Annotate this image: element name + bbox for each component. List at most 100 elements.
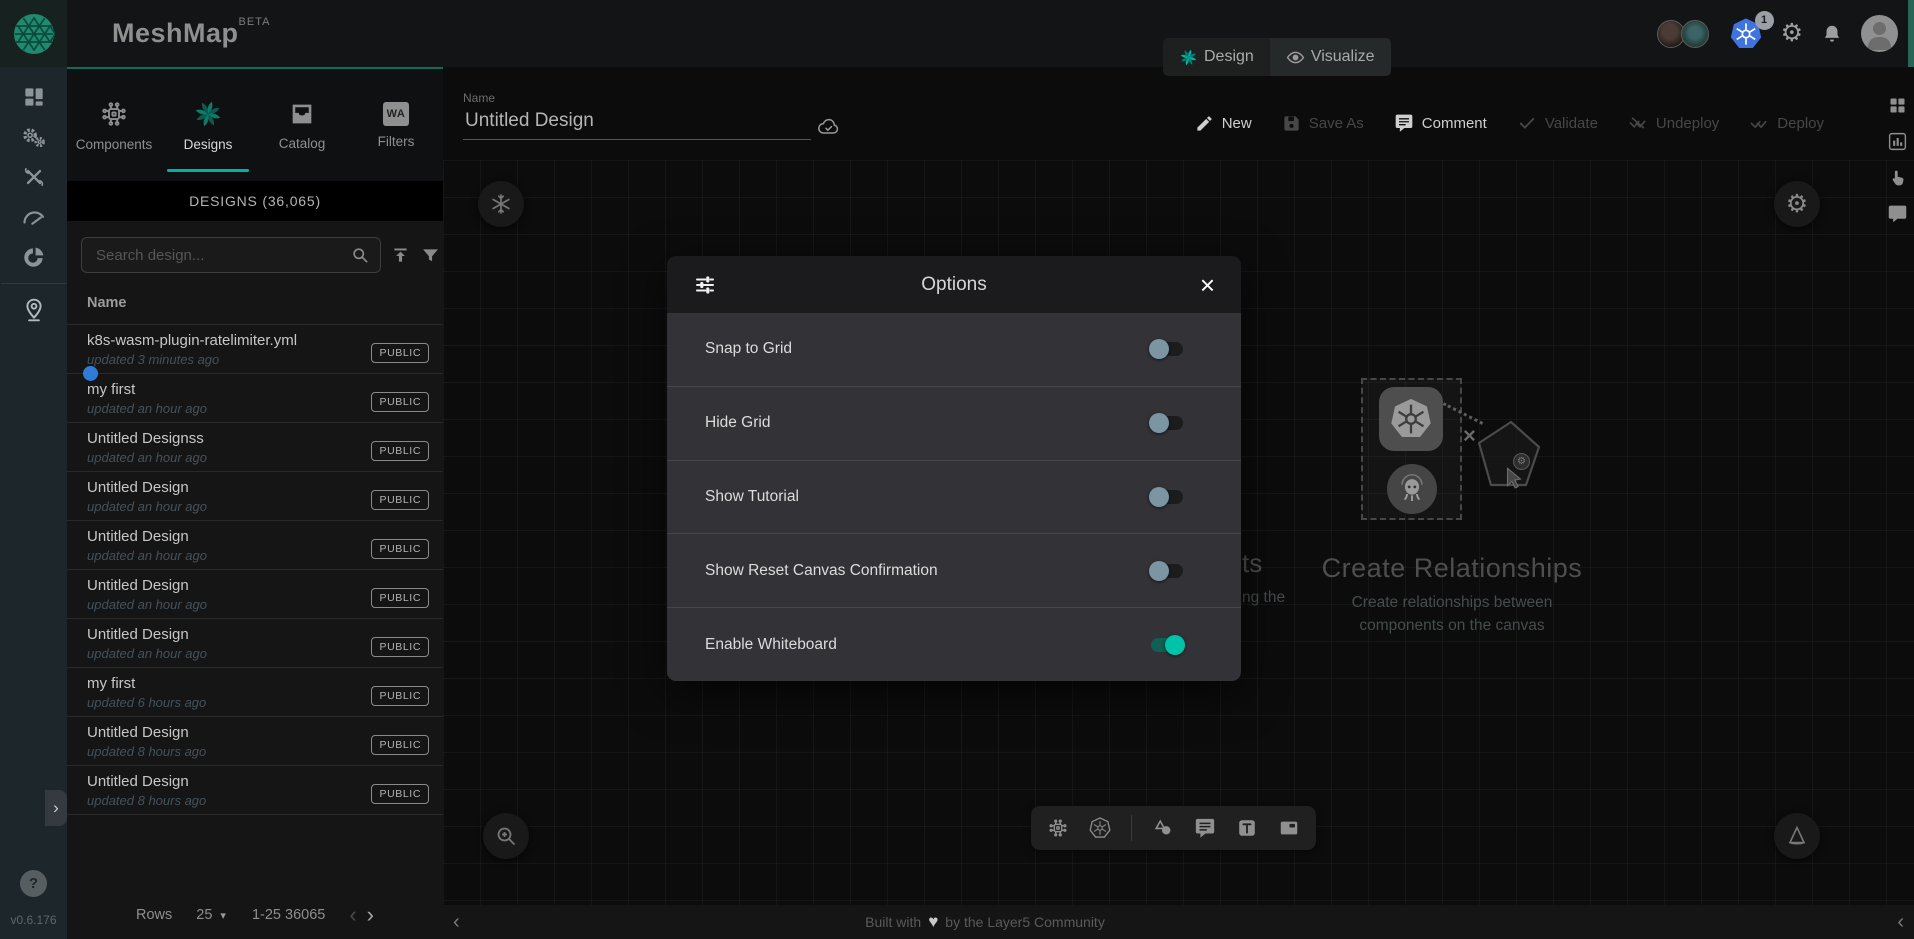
layer5-mesh-logo-icon — [13, 13, 55, 55]
canvas-footer: ‹ Built with ♥ by the Layer5 Community ‹ — [443, 905, 1914, 939]
dock-kubernetes-icon[interactable] — [1089, 817, 1111, 839]
zoom-in-icon — [494, 824, 518, 848]
toggle-knob — [1149, 487, 1169, 507]
next-page-button[interactable]: › — [367, 904, 374, 926]
search-input[interactable] — [94, 246, 350, 265]
collaborator-avatars[interactable] — [1657, 19, 1711, 49]
import-design-icon[interactable] — [390, 245, 411, 266]
chevron-down-icon: ▾ — [220, 909, 226, 922]
rows-per-page-select[interactable]: 25 ▾ — [196, 907, 226, 923]
rows-label: Rows — [136, 907, 172, 923]
zoom-in-button[interactable] — [483, 813, 529, 859]
sidebar-item-extensions[interactable] — [0, 237, 67, 277]
footer-left-chevron[interactable]: ‹ — [453, 909, 460, 935]
collaborator-avatar-2[interactable] — [1681, 20, 1709, 48]
meshmap-app: MeshMapBETA — [0, 0, 1914, 939]
close-icon[interactable]: × — [1200, 272, 1215, 298]
rail-divider — [1, 283, 67, 284]
option-toggle[interactable] — [1149, 339, 1185, 359]
visibility-badge: PUBLIC — [371, 637, 429, 657]
filter-funnel-icon[interactable] — [420, 245, 441, 266]
auto-layout-button[interactable] — [478, 181, 524, 227]
wasm-filters-icon: WA — [383, 102, 409, 126]
design-name: Untitled Designss — [87, 430, 207, 448]
new-button[interactable]: New — [1195, 114, 1252, 133]
squid-mascot-icon — [1395, 472, 1429, 506]
option-label: Show Tutorial — [705, 488, 799, 506]
dock-media-icon[interactable] — [1278, 817, 1300, 839]
help-button[interactable]: ? — [20, 870, 47, 897]
design-list-item[interactable]: k8s-wasm-plugin-ratelimiter.yml updated … — [67, 325, 443, 374]
settings-gear-icon[interactable]: ⚙ — [1781, 21, 1803, 46]
design-list-item[interactable]: Untitled Designss updated an hour ago PU… — [67, 423, 443, 472]
design-list-item[interactable]: Untitled Design updated an hour ago PUBL… — [67, 570, 443, 619]
onboarding-title: Create Relationships — [1301, 553, 1603, 584]
canvas-settings-button[interactable]: ⚙ — [1774, 181, 1820, 227]
panel-expand-handle[interactable]: › — [45, 790, 67, 826]
catalog-icon — [288, 100, 316, 128]
previous-page-button[interactable]: ‹ — [349, 904, 356, 926]
option-toggle[interactable] — [1149, 635, 1185, 655]
comments-panel-icon[interactable] — [1887, 203, 1908, 224]
sidebar-item-configuration[interactable] — [0, 157, 67, 197]
undeploy-button[interactable]: Undeploy — [1628, 113, 1719, 133]
notifications-bell-icon[interactable] — [1821, 22, 1843, 46]
tab-design[interactable]: Design — [1163, 38, 1270, 76]
sidebar-item-lifecycle[interactable] — [0, 117, 67, 157]
toggle-knob — [1149, 339, 1169, 359]
design-list-item[interactable]: Untitled Design updated 8 hours ago PUBL… — [67, 717, 443, 766]
tab-visualize[interactable]: Visualize — [1270, 38, 1391, 76]
dock-components-icon[interactable] — [1047, 817, 1069, 839]
footer-right-chevron[interactable]: ‹ — [1897, 909, 1904, 935]
sidebar-item-performance[interactable] — [0, 197, 67, 237]
design-name-input[interactable] — [463, 109, 811, 140]
option-row: Enable Whiteboard — [667, 607, 1241, 681]
visibility-badge: PUBLIC — [371, 784, 429, 804]
design-list-item[interactable]: Untitled Design updated an hour ago PUBL… — [67, 619, 443, 668]
panel-tab-catalog[interactable]: Catalog — [255, 69, 349, 181]
sidebar-item-kanvas[interactable] — [0, 290, 67, 330]
design-list-item[interactable]: my first updated an hour ago PUBLIC — [67, 374, 443, 423]
design-list-item[interactable]: Untitled Design updated an hour ago PUBL… — [67, 521, 443, 570]
layouts-grid-icon[interactable] — [1887, 95, 1908, 116]
design-list-item[interactable]: Untitled Design updated an hour ago PUBL… — [67, 472, 443, 521]
dock-text-icon[interactable] — [1236, 817, 1258, 839]
interact-hand-icon[interactable] — [1887, 167, 1908, 188]
gears-icon — [20, 124, 47, 151]
designs-panel: Components — [67, 67, 443, 939]
panel-tab-filters[interactable]: WA Filters — [349, 69, 443, 181]
panel-tab-designs[interactable]: Designs — [161, 69, 255, 181]
top-header: MeshMapBETA — [0, 0, 1914, 67]
option-toggle[interactable] — [1149, 413, 1185, 433]
beta-tag: BETA — [239, 16, 271, 28]
layer5-logo[interactable] — [0, 0, 67, 67]
sidebar-item-dashboard[interactable] — [0, 77, 67, 117]
dock-comment-icon[interactable] — [1194, 817, 1216, 839]
design-list-item[interactable]: my first updated 6 hours ago PUBLIC — [67, 668, 443, 717]
snowflake-icon — [489, 192, 513, 216]
panel-tab-components[interactable]: Components — [67, 69, 161, 181]
comment-button[interactable]: Comment — [1394, 113, 1487, 133]
extensions-icon — [21, 244, 47, 270]
option-toggle[interactable] — [1149, 487, 1185, 507]
option-row: Snap to Grid — [667, 313, 1241, 386]
mode-switcher: Design Visualize — [1163, 38, 1391, 76]
deploy-button[interactable]: Deploy — [1749, 113, 1824, 133]
user-profile-avatar[interactable] — [1861, 15, 1898, 52]
search-icon[interactable] — [350, 245, 370, 265]
validate-button[interactable]: Validate — [1517, 113, 1598, 133]
kubernetes-context-button[interactable]: 1 — [1729, 17, 1763, 51]
reset-view-button[interactable] — [1774, 813, 1820, 859]
dock-shapes-icon[interactable] — [1152, 817, 1174, 839]
dock-divider — [1131, 815, 1132, 841]
chart-panel-icon[interactable] — [1887, 131, 1908, 152]
toggle-knob — [1149, 413, 1169, 433]
search-box — [81, 237, 381, 273]
design-list-item[interactable]: Untitled Design updated 8 hours ago PUBL… — [67, 766, 443, 815]
tools-icon — [21, 164, 47, 190]
design-list: k8s-wasm-plugin-ratelimiter.yml updated … — [67, 324, 443, 815]
design-updated: updated an hour ago — [87, 401, 207, 416]
option-toggle[interactable] — [1149, 561, 1185, 581]
save-as-button[interactable]: Save As — [1282, 114, 1364, 133]
pagination-range: 1-25 36065 — [252, 907, 325, 923]
